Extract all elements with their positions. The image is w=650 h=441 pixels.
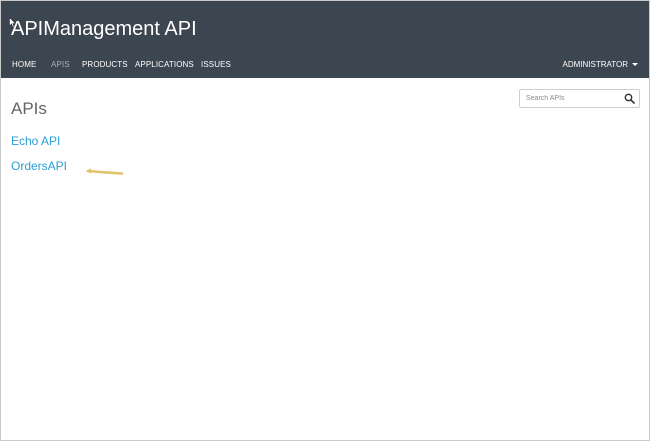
nav-issues[interactable]: ISSUES (201, 60, 231, 69)
nav-apis[interactable]: APIS (51, 60, 70, 69)
app-title[interactable]: APIManagement API (11, 18, 197, 41)
search-input[interactable] (520, 90, 620, 107)
arrow-left-icon (86, 168, 124, 175)
user-menu[interactable]: ADMINISTRATOR (563, 60, 638, 69)
nav-products[interactable]: PRODUCTS (82, 60, 128, 69)
caret-down-icon (632, 63, 638, 66)
search-icon[interactable] (624, 93, 635, 104)
user-menu-label: ADMINISTRATOR (562, 60, 628, 69)
browser-viewport: APIManagement API HOME APIS PRODUCTS APP… (0, 0, 650, 441)
top-header: APIManagement API HOME APIS PRODUCTS APP… (1, 1, 649, 78)
page-title: APIs (11, 99, 47, 118)
api-link-orders[interactable]: OrdersAPI (11, 159, 67, 173)
search-box (519, 89, 640, 108)
api-link-echo[interactable]: Echo API (11, 134, 60, 148)
nav-applications[interactable]: APPLICATIONS (135, 60, 194, 69)
nav-home[interactable]: HOME (12, 60, 36, 69)
main-nav: HOME APIS PRODUCTS APPLICATIONS ISSUES A… (1, 53, 649, 73)
